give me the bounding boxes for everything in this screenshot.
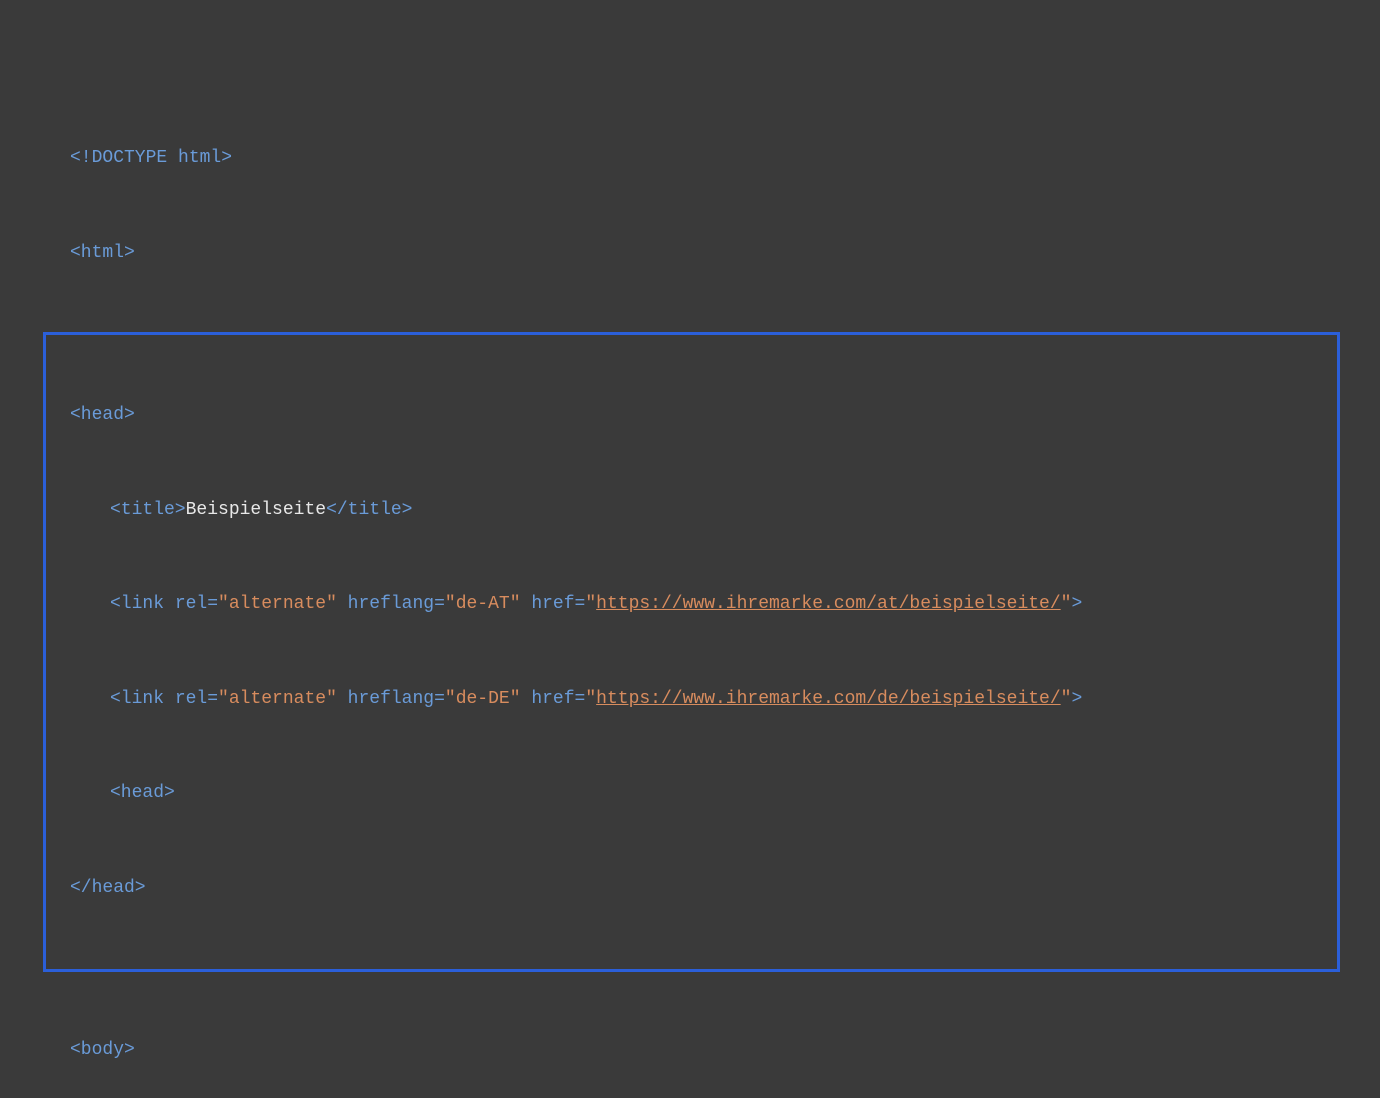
- code-line-7: <head>: [70, 778, 1337, 810]
- code-line-9: <body>: [70, 1035, 1310, 1067]
- rel-value: "alternate": [218, 594, 337, 614]
- head-typo-tag: <head>: [110, 783, 175, 803]
- eq: =: [434, 594, 445, 614]
- code-line-3: <head>: [70, 400, 1337, 432]
- quote: ": [1061, 689, 1072, 709]
- rel-value: "alternate": [218, 689, 337, 709]
- quote: ": [585, 689, 596, 709]
- link-close: >: [1071, 689, 1082, 709]
- href-url: https://www.ihremarke.com/de/beispielsei…: [596, 689, 1060, 709]
- hreflang-value: "de-DE": [445, 689, 521, 709]
- eq: =: [575, 689, 586, 709]
- highlighted-head-section: <head> <title>Beispielseite</title> <lin…: [43, 332, 1340, 972]
- href-url: https://www.ihremarke.com/at/beispielsei…: [596, 594, 1060, 614]
- doctype-tag: <!DOCTYPE html>: [70, 148, 232, 168]
- code-line-4: <title>Beispielseite</title>: [70, 495, 1337, 527]
- quote: ": [585, 594, 596, 614]
- eq: =: [207, 689, 218, 709]
- code-block: <!DOCTYPE html> <html> <head> <title>Bei…: [70, 80, 1310, 1098]
- rel-attr: rel: [164, 594, 207, 614]
- body-open-tag: <body>: [70, 1040, 135, 1060]
- code-line-5: <link rel="alternate" hreflang="de-AT" h…: [70, 589, 1337, 621]
- href-attr: href: [521, 689, 575, 709]
- code-line-1: <!DOCTYPE html>: [70, 143, 1310, 175]
- rel-attr: rel: [164, 689, 207, 709]
- head-close-tag: </head>: [70, 878, 146, 898]
- eq: =: [434, 689, 445, 709]
- code-line-6: <link rel="alternate" hreflang="de-DE" h…: [70, 684, 1337, 716]
- html-open-tag: <html>: [70, 243, 135, 263]
- title-text: Beispielseite: [186, 500, 326, 520]
- link-open: <link: [110, 689, 164, 709]
- link-open: <link: [110, 594, 164, 614]
- eq: =: [207, 594, 218, 614]
- title-close-tag: </title>: [326, 500, 412, 520]
- code-line-8: </head>: [70, 873, 1337, 905]
- eq: =: [575, 594, 586, 614]
- title-open-tag: <title>: [110, 500, 186, 520]
- hreflang-attr: hreflang: [337, 594, 434, 614]
- code-line-2: <html>: [70, 238, 1310, 270]
- hreflang-attr: hreflang: [337, 689, 434, 709]
- head-open-tag: <head>: [70, 405, 135, 425]
- quote: ": [1061, 594, 1072, 614]
- link-close: >: [1071, 594, 1082, 614]
- hreflang-value: "de-AT": [445, 594, 521, 614]
- href-attr: href: [521, 594, 575, 614]
